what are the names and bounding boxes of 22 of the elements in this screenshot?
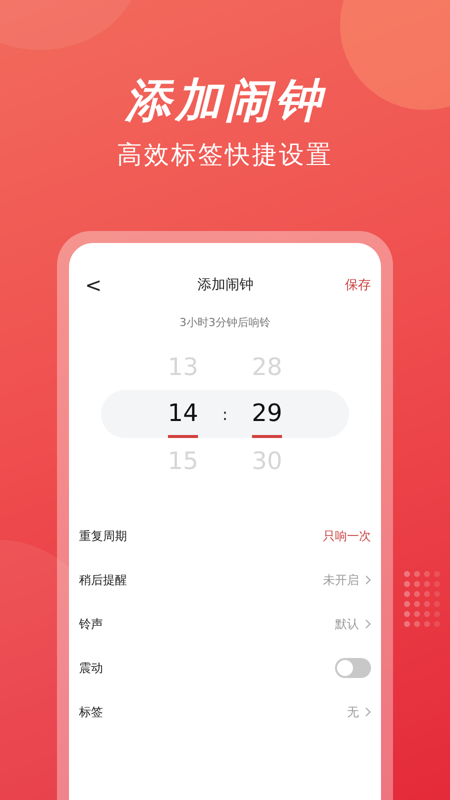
setting-label: 铃声 xyxy=(79,616,103,632)
chevron-icon xyxy=(365,707,371,717)
toggle-switch[interactable] xyxy=(335,658,371,678)
save-button[interactable]: 保存 xyxy=(344,276,371,294)
chevron-icon xyxy=(365,575,371,585)
setting-label: 标签 xyxy=(79,704,103,720)
setting-value[interactable]: 只响一次 xyxy=(323,528,371,544)
setting-value[interactable]: 无 xyxy=(347,704,359,720)
back-button[interactable]: < xyxy=(81,273,106,297)
time-separator: : xyxy=(222,404,228,424)
setting-label: 重复周期 xyxy=(79,528,127,544)
picker-selected-value[interactable]: 14 xyxy=(168,390,198,434)
setting-label: 稍后提醒 xyxy=(79,572,127,588)
setting-value[interactable]: 未开启 xyxy=(323,572,359,588)
headline: 添加闹钟 xyxy=(125,72,325,129)
countdown-text: 3小时3分钟后响铃 xyxy=(178,315,272,330)
screen-title: 添加闹钟 xyxy=(197,276,254,294)
setting-value[interactable]: 默认 xyxy=(335,616,359,632)
picker-selected-value[interactable]: 29 xyxy=(252,390,282,434)
chevron-icon xyxy=(365,619,371,629)
tagline: 高效标签快捷设置 xyxy=(117,139,333,171)
setting-label: 震动 xyxy=(79,660,103,676)
